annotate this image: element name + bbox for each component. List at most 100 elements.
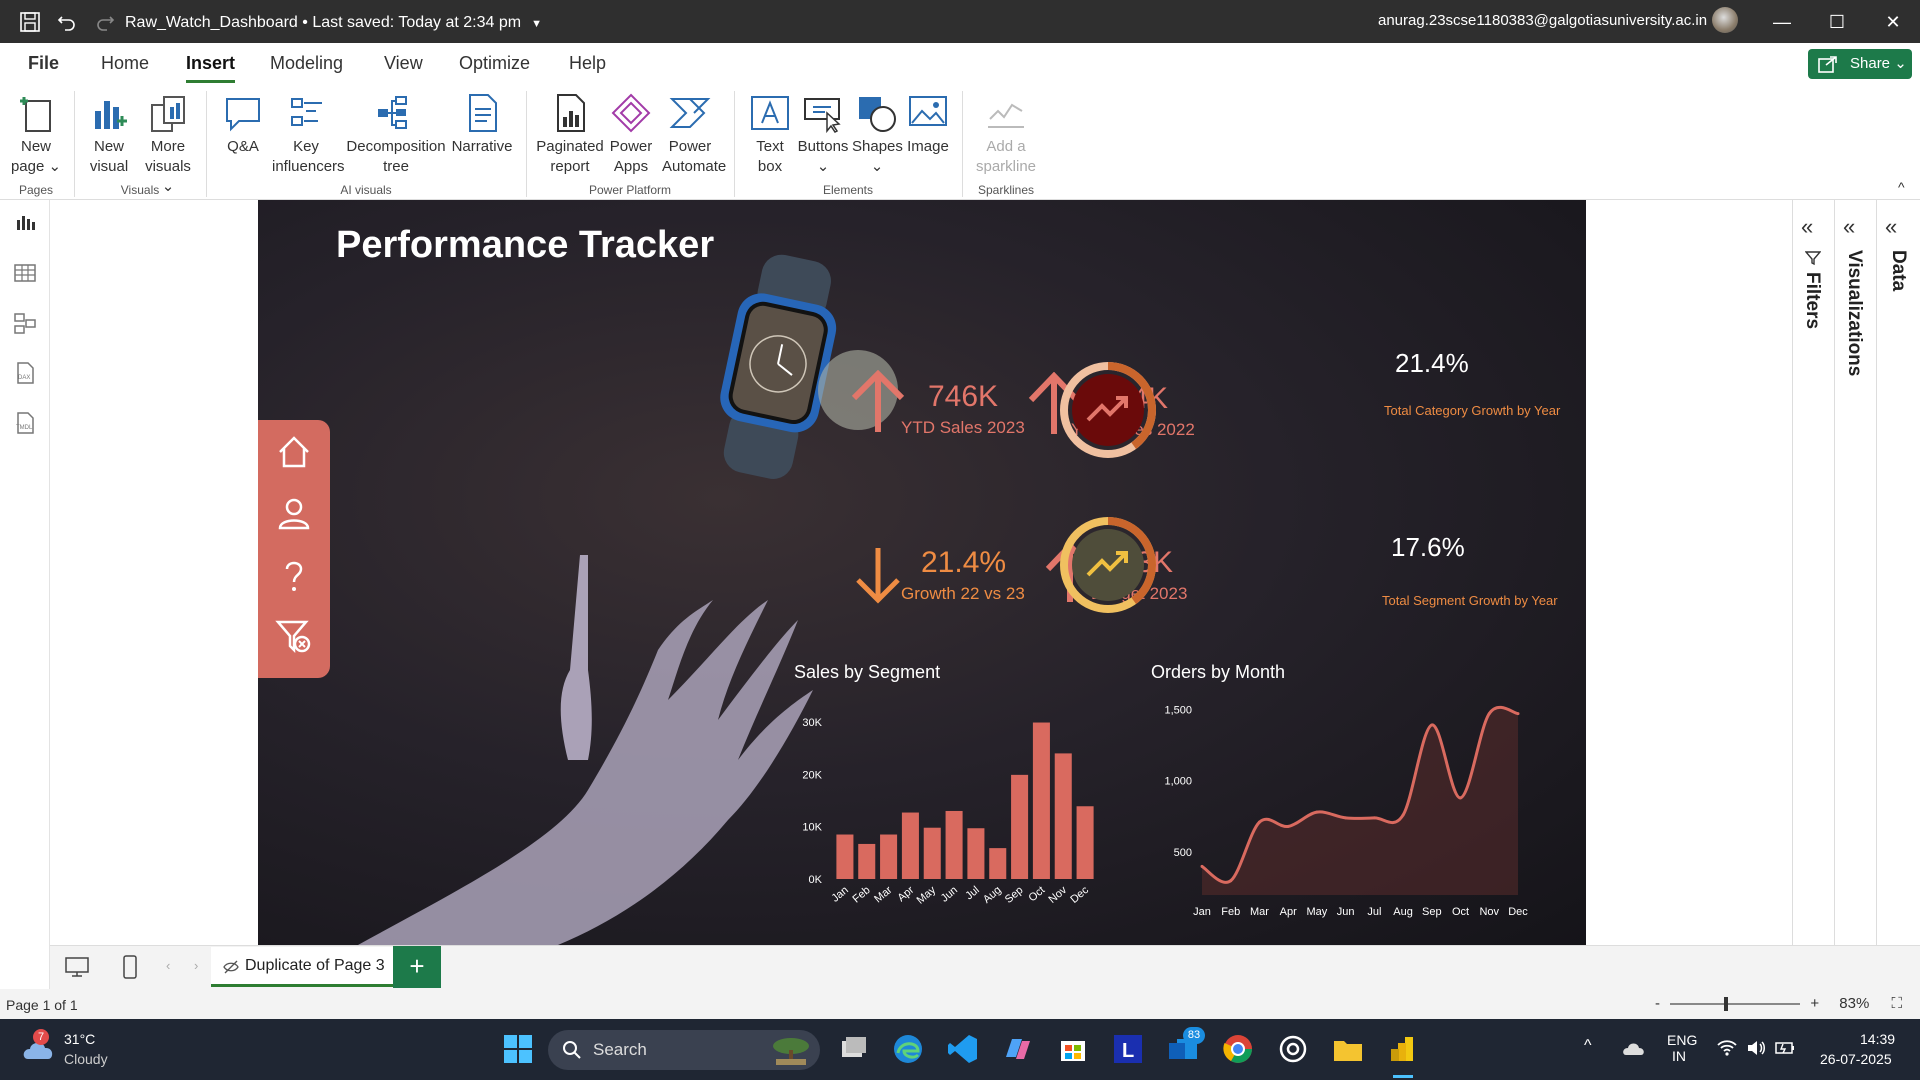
tab-modeling[interactable]: Modeling — [270, 53, 343, 74]
windows-start-icon[interactable] — [502, 1033, 534, 1065]
bar-sep[interactable] — [1011, 774, 1029, 879]
l-app-icon[interactable]: L — [1112, 1033, 1144, 1065]
copilot-icon[interactable] — [1002, 1033, 1034, 1065]
point-jan[interactable] — [1200, 864, 1204, 868]
close-button[interactable]: ✕ — [1878, 8, 1908, 36]
show-hidden-icons[interactable]: ^ — [1584, 1037, 1592, 1055]
microsoft-store-icon[interactable] — [1057, 1033, 1089, 1065]
task-view-icon[interactable] — [838, 1033, 870, 1065]
point-nov[interactable] — [1487, 712, 1491, 716]
point-feb[interactable] — [1229, 879, 1233, 883]
point-aug[interactable] — [1401, 813, 1405, 817]
bar-mar[interactable] — [880, 834, 898, 879]
visualizations-pane[interactable]: « Visualizations — [1834, 200, 1876, 945]
language-ime[interactable]: ENG IN — [1667, 1032, 1697, 1064]
point-mar[interactable] — [1257, 820, 1261, 824]
key-influencers-button[interactable]: Key influencers — [272, 91, 345, 177]
buttons-button[interactable]: Buttons ⌄ — [796, 91, 850, 177]
user-icon[interactable] — [274, 494, 314, 534]
paginated-report-button[interactable]: Paginated report — [534, 91, 606, 177]
account-email[interactable]: anurag.23scse1180383@galgotiasuniversity… — [1378, 12, 1707, 29]
zoom-slider-thumb[interactable] — [1724, 997, 1729, 1012]
image-button[interactable]: Image — [904, 91, 952, 157]
bar-feb[interactable] — [858, 843, 876, 879]
point-oct[interactable] — [1459, 796, 1463, 800]
tab-insert[interactable]: Insert — [186, 53, 236, 83]
collapse-ribbon-icon[interactable]: ^ — [1898, 179, 1905, 195]
tab-optimize[interactable]: Optimize — [459, 53, 530, 74]
edge-browser-icon[interactable] — [892, 1033, 924, 1065]
text-box-button[interactable]: Text box — [748, 91, 792, 177]
document-title[interactable]: Raw_Watch_Dashboard • Last saved: Today … — [125, 14, 542, 32]
expand-data-icon[interactable]: « — [1885, 214, 1897, 240]
tab-view[interactable]: View — [384, 53, 423, 74]
tab-home[interactable]: Home — [101, 53, 149, 74]
point-may[interactable] — [1315, 810, 1319, 814]
save-icon[interactable] — [19, 11, 41, 33]
vscode-icon[interactable] — [947, 1033, 979, 1065]
avatar[interactable] — [1712, 7, 1738, 33]
clock-date[interactable]: 26-07-2025 — [1820, 1051, 1892, 1067]
new-page-button[interactable]: New page ⌄ — [6, 91, 66, 177]
chatgpt-icon[interactable] — [1277, 1033, 1309, 1065]
weather-desc[interactable]: Cloudy — [64, 1051, 108, 1067]
narrative-button[interactable]: Narrative — [448, 91, 516, 157]
bar-jan[interactable] — [836, 834, 854, 879]
new-visual-button[interactable]: New visual — [84, 91, 134, 177]
qa-button[interactable]: Q&A — [218, 91, 268, 157]
chrome-icon[interactable] — [1222, 1033, 1254, 1065]
taskbar-search[interactable]: Search — [548, 1030, 820, 1070]
zoom-out-button[interactable]: - — [1655, 995, 1660, 1012]
tab-help[interactable]: Help — [569, 53, 606, 74]
bar-jun[interactable] — [945, 810, 963, 879]
minimize-button[interactable]: — — [1767, 8, 1797, 36]
battery-icon[interactable] — [1774, 1039, 1796, 1057]
help-icon[interactable] — [274, 556, 314, 596]
decomposition-tree-button[interactable]: Decomposition tree — [344, 91, 448, 177]
mobile-layout-icon[interactable] — [122, 954, 138, 980]
share-button[interactable]: Share ⌄ — [1808, 49, 1912, 79]
point-jun[interactable] — [1344, 816, 1348, 820]
table-view-icon[interactable] — [12, 260, 38, 286]
filters-pane[interactable]: « Filters — [1792, 200, 1834, 945]
point-jul[interactable] — [1372, 816, 1376, 820]
tmdl-view-icon[interactable]: TMDL — [12, 410, 38, 436]
zoom-slider[interactable] — [1670, 997, 1801, 1012]
previous-page-icon[interactable]: ‹ — [166, 958, 170, 973]
power-apps-button[interactable]: Power Apps — [606, 91, 656, 177]
shapes-button[interactable]: Shapes ⌄ — [852, 91, 903, 177]
point-dec[interactable] — [1516, 712, 1520, 716]
add-page-button[interactable]: + — [393, 946, 441, 988]
data-pane[interactable]: « Data — [1876, 200, 1920, 945]
next-page-icon[interactable]: › — [194, 958, 198, 973]
bar-aug[interactable] — [989, 848, 1007, 879]
clock-time[interactable]: 14:39 — [1860, 1031, 1895, 1047]
point-sep[interactable] — [1430, 723, 1434, 727]
home-icon[interactable] — [274, 432, 314, 472]
power-automate-button[interactable]: Power Automate — [662, 91, 726, 177]
bar-jul[interactable] — [967, 828, 985, 879]
point-apr[interactable] — [1286, 824, 1290, 828]
zoom-control[interactable]: - + 83% ⛶ — [1655, 995, 1902, 1012]
bar-oct[interactable] — [1032, 722, 1050, 879]
model-view-icon[interactable] — [12, 310, 38, 336]
report-view-icon[interactable] — [12, 210, 38, 236]
weather-temp[interactable]: 31°C — [64, 1031, 95, 1047]
desktop-layout-icon[interactable] — [64, 956, 90, 978]
maximize-button[interactable]: ☐ — [1822, 8, 1852, 36]
bar-nov[interactable] — [1054, 753, 1072, 879]
bar-dec[interactable] — [1076, 806, 1094, 879]
bar-apr[interactable] — [901, 812, 919, 879]
file-explorer-icon[interactable] — [1332, 1033, 1364, 1065]
filter-clear-icon[interactable] — [274, 616, 314, 656]
zoom-in-button[interactable]: + — [1810, 995, 1819, 1012]
dax-query-icon[interactable]: DAX — [12, 360, 38, 386]
fit-page-icon[interactable]: ⛶ — [1891, 995, 1902, 1012]
onedrive-icon[interactable] — [1622, 1039, 1646, 1057]
expand-filters-icon[interactable]: « — [1801, 214, 1813, 240]
redo-icon[interactable] — [94, 11, 116, 33]
more-visuals-button[interactable]: More visuals ⌄ — [140, 91, 196, 197]
undo-icon[interactable] — [56, 11, 78, 33]
power-bi-icon[interactable] — [1387, 1033, 1419, 1065]
expand-visualizations-icon[interactable]: « — [1843, 214, 1855, 240]
